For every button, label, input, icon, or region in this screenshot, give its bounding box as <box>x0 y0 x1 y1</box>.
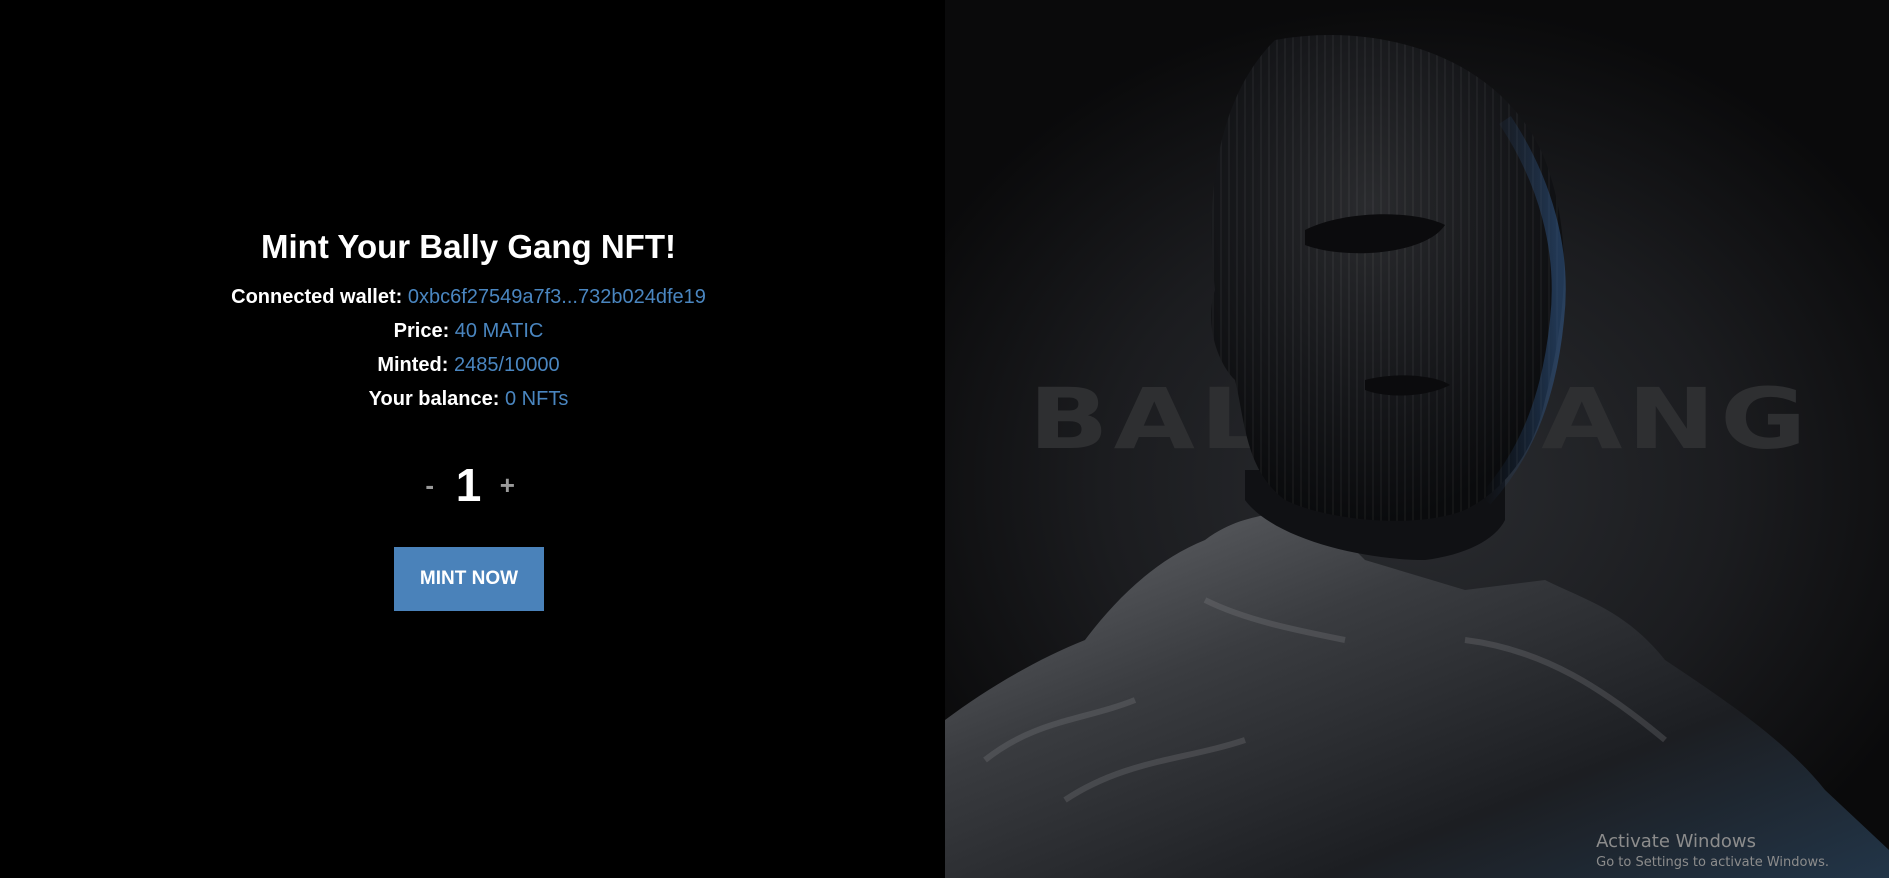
decrement-button[interactable]: - <box>418 470 442 501</box>
increment-button[interactable]: + <box>495 470 519 501</box>
activate-windows-watermark: Activate Windows Go to Settings to activ… <box>1596 831 1829 870</box>
price-row: Price: 40 MATIC <box>0 320 937 343</box>
wallet-address: 0xbc6f27549a7f3...732b024dfe19 <box>407 286 706 308</box>
quantity-stepper: - 1 + <box>0 458 937 512</box>
balance-row: Your balance: 0 NFTs <box>0 388 937 411</box>
balance-value: 0 NFTs <box>505 388 569 410</box>
price-value: 40 MATIC <box>454 320 544 342</box>
balance-label: Your balance: <box>368 388 500 410</box>
masked-figure-illustration <box>945 35 1889 878</box>
minted-row: Minted: 2485/10000 <box>0 354 937 377</box>
wallet-row: Connected wallet: 0xbc6f27549a7f3...732b… <box>0 286 937 309</box>
page: Mint Your Bally Gang NFT! Connected wall… <box>0 0 1889 878</box>
mint-panel: Mint Your Bally Gang NFT! Connected wall… <box>0 0 945 878</box>
wallet-label: Connected wallet: <box>231 286 403 308</box>
page-title: Mint Your Bally Gang NFT! <box>261 228 676 265</box>
minted-value: 2485/10000 <box>453 354 560 376</box>
mint-now-button[interactable]: MINT NOW <box>394 547 544 611</box>
activate-windows-title: Activate Windows <box>1596 831 1756 852</box>
quantity-value: 1 <box>455 459 482 511</box>
minted-label: Minted: <box>377 354 449 376</box>
activate-windows-subtitle: Go to Settings to activate Windows. <box>1596 855 1829 870</box>
price-label: Price: <box>393 320 450 342</box>
hero-image: BALLY GANG Activate Windows Go to Settin… <box>945 0 1889 878</box>
